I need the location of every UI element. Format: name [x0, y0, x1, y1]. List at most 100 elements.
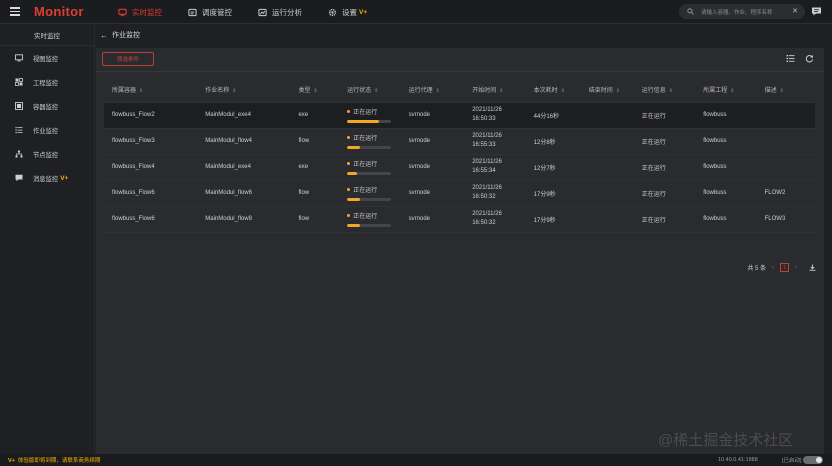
refresh-icon[interactable]	[805, 54, 814, 63]
start-date: 2021/11/26	[472, 133, 502, 139]
sidebar: 实时监控 视图监控 工程监控 容器监控 作业监控 节点监控 消息监控 V+	[0, 24, 95, 454]
status-footer: V+ 体验版即将到期，请联系商务续期 10.40.0.41:1888 [已启动]	[0, 454, 832, 466]
cell-run-info: 正在运行	[641, 139, 666, 146]
pagination: 共 5 条 ‹ 1 ›	[747, 263, 816, 272]
cell-run-info: 正在运行	[641, 113, 666, 120]
table-row[interactable]: flowbuss_Flow6 MainModul_flow6 flow 正在运行 svr…	[104, 180, 815, 206]
sort-icon[interactable]: ⇕	[730, 88, 734, 94]
sort-icon[interactable]: ⇕	[313, 88, 317, 94]
filter-button[interactable]: 筛选条件	[102, 52, 154, 66]
cell-status: 正在运行	[339, 180, 400, 206]
column-header[interactable]: 运行状态 ⇕	[339, 78, 400, 102]
cell-description: FLOW3	[764, 216, 786, 222]
sort-icon[interactable]: ⇕	[780, 88, 784, 94]
progress-bar	[347, 172, 392, 175]
view-icon	[15, 54, 23, 62]
sort-icon[interactable]: ⇕	[616, 88, 620, 94]
cell-elapsed: 17分9秒	[533, 217, 556, 224]
cell-elapsed: 17分9秒	[533, 191, 556, 198]
sort-icon[interactable]: ⇕	[561, 88, 565, 94]
sort-icon[interactable]: ⇕	[669, 88, 673, 94]
column-header[interactable]: 本次耗时 ⇕	[526, 78, 581, 102]
sidebar-item-label: 节点监控	[33, 151, 59, 159]
status-text: 正在运行	[353, 136, 378, 143]
column-header[interactable]: 描述 ⇕	[757, 78, 815, 102]
column-header[interactable]: 类型 ⇕	[290, 78, 339, 102]
nav-label: 设置	[342, 7, 357, 17]
sidebar-item-project-monitor[interactable]: 工程监控	[0, 70, 94, 94]
cell-status: 正在运行	[339, 102, 400, 128]
column-header-label: 本次耗时	[533, 88, 558, 95]
sort-icon[interactable]: ⇕	[232, 88, 236, 94]
nav-settings[interactable]: 设置 V+	[328, 7, 367, 18]
cell-end-time	[581, 102, 634, 128]
table-row[interactable]: flowbuss_Flow4 MainModul_exe4 exe 正在运行 svrno…	[104, 154, 815, 180]
page-number-button[interactable]: 1	[780, 263, 789, 272]
column-settings-icon[interactable]	[786, 54, 795, 63]
download-icon[interactable]	[809, 264, 816, 271]
hamburger-menu-icon[interactable]	[10, 7, 20, 16]
vplus-badge: V+	[8, 458, 15, 464]
table-row[interactable]: flowbuss_Flow3 MainModul_flow4 flow 正在运行 svr…	[104, 128, 815, 154]
column-header[interactable]: 所属工程 ⇕	[695, 78, 756, 102]
message-icon[interactable]	[811, 6, 822, 17]
cell-elapsed: 44分16秒	[533, 113, 560, 120]
prev-page-button[interactable]: ‹	[772, 265, 774, 271]
sidebar-item-container-monitor[interactable]: 容器监控	[0, 94, 94, 118]
sort-icon[interactable]: ⇕	[374, 88, 378, 94]
global-search-input[interactable]: 请输入容器、作业、程序名称 ✕	[679, 4, 805, 19]
cell-run-info: 正在运行	[641, 191, 666, 198]
cell-job-name: MainModul_exe4	[205, 112, 251, 118]
table-row[interactable]: flowbuss_Flow2 MainModul_exe4 exe 正在运行 svrno…	[104, 102, 815, 128]
cell-start-time: 2021/11/26 16:55:34	[464, 154, 525, 180]
column-header[interactable]: 开始时间 ⇕	[464, 78, 525, 102]
next-page-button[interactable]: ›	[795, 265, 797, 271]
cell-container: flowbuss_Flow6	[112, 216, 155, 222]
progress-fill	[347, 198, 360, 201]
nav-realtime-monitor[interactable]: 实时监控	[118, 7, 162, 18]
clear-icon[interactable]: ✕	[792, 7, 798, 15]
sidebar-item-label: 视图监控	[33, 55, 59, 63]
column-header[interactable]: 运行信息 ⇕	[634, 78, 695, 102]
progress-bar	[347, 198, 392, 201]
start-date: 2021/11/26	[472, 211, 502, 217]
cell-start-time: 2021/11/26 16:50:32	[464, 206, 525, 232]
sidebar-title: 实时监控	[0, 24, 94, 46]
sort-icon[interactable]: ⇕	[139, 88, 143, 94]
nav-run-analysis[interactable]: 运行分析	[258, 7, 302, 18]
cell-type: flow	[298, 190, 310, 196]
table-row[interactable]: flowbuss_Flow6 MainModul_flow8 flow 正在运行 svr…	[104, 206, 815, 232]
sort-icon[interactable]: ⇕	[436, 88, 440, 94]
column-header-label: 运行状态	[347, 88, 372, 95]
sort-icon[interactable]: ⇕	[499, 88, 503, 94]
cell-project: flowbuss	[703, 138, 727, 144]
column-header[interactable]: 结束时间 ⇕	[581, 78, 634, 102]
column-header[interactable]: 作业名称 ⇕	[197, 78, 290, 102]
status-text: 正在运行	[353, 110, 378, 117]
job-icon	[15, 127, 23, 134]
nav-schedule-control[interactable]: 调度管控	[188, 7, 232, 18]
back-arrow-icon[interactable]: ←	[100, 31, 108, 40]
sidebar-item-view-monitor[interactable]: 视图监控	[0, 46, 94, 70]
job-table-panel: 筛选条件 所属容器 ⇕ 作业名称 ⇕ 类型 ⇕ 运行状态 ⇕ 运行代理 ⇕ 开始时间 ⇕ 本次耗时 ⇕ 结束…	[96, 48, 824, 454]
sidebar-item-label: 作业监控	[33, 127, 59, 135]
column-header[interactable]: 运行代理 ⇕	[401, 78, 465, 102]
progress-bar	[347, 120, 392, 123]
sidebar-item-message-monitor[interactable]: 消息监控 V+	[0, 166, 94, 190]
expiry-notice: V+ 体验版即将到期，请联系商务续期	[8, 456, 100, 464]
sidebar-item-job-monitor[interactable]: 作业监控	[0, 118, 94, 142]
cell-type: flow	[298, 216, 310, 222]
cell-agent: svrnode	[408, 190, 431, 196]
running-dot-icon	[347, 162, 351, 166]
progress-bar	[347, 224, 392, 227]
sidebar-item-node-monitor[interactable]: 节点监控	[0, 142, 94, 166]
container-icon	[15, 102, 23, 110]
cell-start-time: 2021/11/26 16:55:33	[464, 128, 525, 154]
total-count: 共 5 条	[747, 266, 766, 272]
column-header[interactable]: 所属容器 ⇕	[104, 78, 197, 102]
cell-type: exe	[298, 164, 309, 170]
connection-toggle[interactable]	[803, 456, 823, 464]
cell-description	[757, 154, 815, 180]
cell-start-time: 2021/11/26 16:50:32	[464, 180, 525, 206]
cell-end-time	[581, 180, 634, 206]
